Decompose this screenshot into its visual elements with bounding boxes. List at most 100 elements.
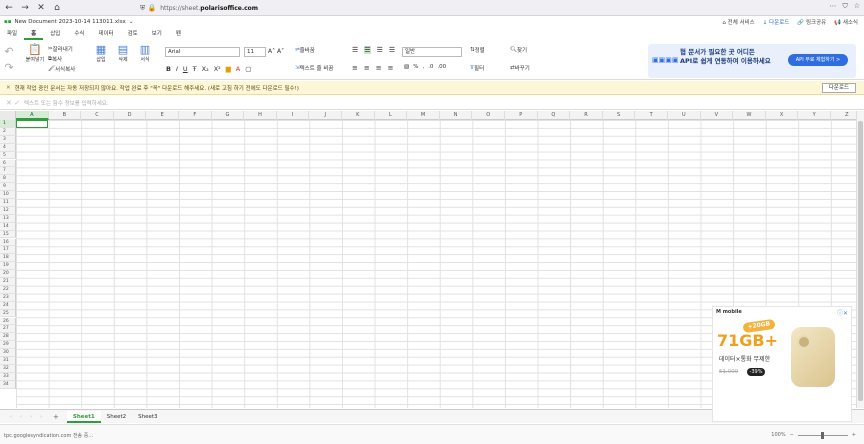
cut-button[interactable]: ✂ 잘라내기 xyxy=(48,45,73,53)
row-header[interactable]: 28 xyxy=(0,333,16,342)
row-header[interactable]: 23 xyxy=(0,293,16,302)
row-header[interactable]: 27 xyxy=(0,325,16,334)
formula-input[interactable]: 텍스트 또는 함수 정보를 입력하세요. xyxy=(24,99,109,107)
column-header[interactable]: T xyxy=(635,111,668,120)
column-header[interactable]: Y xyxy=(798,111,831,120)
column-header[interactable]: J xyxy=(309,111,342,120)
column-header[interactable]: G xyxy=(212,111,245,120)
row-header[interactable]: 14 xyxy=(0,222,16,231)
column-header[interactable]: Z xyxy=(831,111,856,120)
column-header[interactable]: Q xyxy=(538,111,571,120)
add-sheet-button[interactable]: + xyxy=(53,413,59,421)
row-header[interactable]: 4 xyxy=(0,143,16,152)
column-header[interactable]: L xyxy=(375,111,408,120)
replace-button[interactable]: ⇄ 바꾸기 xyxy=(510,64,530,72)
all-services-link[interactable]: ⌂ 전체 서비스 xyxy=(722,18,754,26)
share-link[interactable]: 🔗 링크공유 xyxy=(797,18,826,26)
zoom-control[interactable]: 100% − + xyxy=(771,431,856,439)
paste-button[interactable]: 📋 붙여넣기 xyxy=(22,44,48,64)
number-format-select[interactable]: 일반 xyxy=(402,47,462,57)
format-button[interactable]: ▥ 서식 xyxy=(136,44,154,64)
pocket-icon[interactable]: ⛉ xyxy=(842,2,847,11)
format-painter-button[interactable]: 🖌 서식복사 xyxy=(48,65,75,73)
insert-button[interactable]: ▦ 삽입 xyxy=(92,44,110,64)
cancel-check-icon[interactable]: ✕ ✓ xyxy=(6,99,20,107)
column-header[interactable]: C xyxy=(81,111,114,120)
subscript-button[interactable]: X₂ xyxy=(202,65,209,73)
row-header[interactable]: 17 xyxy=(0,246,16,255)
wrap-button[interactable]: ⇌ 줄바꿈 xyxy=(295,46,315,54)
fill-color-button[interactable]: ▆ xyxy=(226,65,231,73)
menu-data[interactable]: 데이터 xyxy=(91,28,120,40)
menu-view[interactable]: 보기 xyxy=(145,28,169,40)
column-header[interactable]: M xyxy=(407,111,440,120)
zoom-out-button[interactable]: − xyxy=(790,432,794,438)
align-horizontal-group[interactable]: ≡ ≡ ≡ ≡ xyxy=(352,64,394,72)
row-header[interactable]: 20 xyxy=(0,270,16,278)
column-header[interactable]: R xyxy=(570,111,603,120)
select-all-corner[interactable] xyxy=(0,111,16,120)
undo-button[interactable]: ↶ xyxy=(4,46,14,58)
row-header[interactable]: 21 xyxy=(0,278,16,286)
row-header[interactable]: 13 xyxy=(0,214,16,223)
column-header[interactable]: S xyxy=(603,111,636,120)
bookmark-icon[interactable]: ☆ xyxy=(854,2,860,11)
redo-button[interactable]: ↷ xyxy=(4,62,14,74)
column-header[interactable]: V xyxy=(701,111,734,120)
menu-insert[interactable]: 삽입 xyxy=(43,28,67,40)
row-header[interactable]: 31 xyxy=(0,357,16,365)
row-header[interactable]: 34 xyxy=(0,380,16,389)
row-header[interactable]: 18 xyxy=(0,254,16,263)
row-header[interactable]: 7 xyxy=(0,167,16,176)
find-button[interactable]: 🔍︎ 찾기 xyxy=(510,46,527,54)
column-header[interactable]: E xyxy=(146,111,179,120)
zoom-knob[interactable] xyxy=(820,431,824,439)
sheet-tab-1[interactable]: Sheet1 xyxy=(66,410,101,423)
column-header[interactable]: U xyxy=(668,111,701,120)
zoom-slider[interactable] xyxy=(797,431,848,439)
home-button[interactable]: ⌂ xyxy=(50,1,64,15)
column-header[interactable]: I xyxy=(277,111,310,120)
column-header[interactable]: F xyxy=(179,111,212,120)
row-header[interactable]: 3 xyxy=(0,135,16,144)
underline-button[interactable]: U xyxy=(183,65,188,73)
font-size-select[interactable]: 11 xyxy=(244,47,266,57)
align-top-group[interactable]: ☰ ☰ ☰ ☰ xyxy=(352,46,395,54)
sheet-tab-2[interactable]: Sheet2 xyxy=(101,411,132,423)
superscript-button[interactable]: X² xyxy=(214,65,221,73)
menu-home[interactable]: 홈 xyxy=(24,28,44,40)
api-promo-banner[interactable]: ▣▣▣▣ 협 문서가 필요한 곳 어디든 API로 쉽게 연동하여 이용하세요 … xyxy=(648,44,856,78)
copy-button[interactable]: ⧉ 복사 xyxy=(48,55,62,64)
row-header[interactable]: 26 xyxy=(0,317,16,326)
row-header[interactable]: 9 xyxy=(0,183,16,192)
back-button[interactable]: ← xyxy=(2,1,16,15)
column-header[interactable]: H xyxy=(244,111,277,120)
document-title[interactable]: New Document 2023-10-14 113011.xlsx xyxy=(14,19,125,25)
row-header[interactable]: 30 xyxy=(0,349,16,357)
sheet-tab-3[interactable]: Sheet3 xyxy=(132,411,163,423)
scroll-thumb[interactable] xyxy=(858,121,863,401)
row-header[interactable]: 2 xyxy=(0,127,16,136)
menu-formula[interactable]: 수식 xyxy=(67,28,91,40)
column-header[interactable]: A xyxy=(16,111,49,120)
row-header[interactable]: 29 xyxy=(0,341,16,350)
vertical-scrollbar[interactable] xyxy=(856,111,864,408)
text-direction-button[interactable]: ⇲ 텍스트 줄 비꿈 xyxy=(295,64,333,72)
border-button[interactable]: ▢ xyxy=(245,65,251,73)
forward-button[interactable]: → xyxy=(18,1,32,15)
italic-button[interactable]: I xyxy=(176,65,178,73)
download-link[interactable]: ↓ 다운로드 xyxy=(763,18,790,26)
row-header[interactable]: 5 xyxy=(0,151,16,160)
row-header[interactable]: 33 xyxy=(0,372,16,381)
sort-button[interactable]: ⇅ 정렬 xyxy=(470,46,485,54)
sheet-nav-arrows[interactable]: ‹ ‹ › › xyxy=(10,414,45,420)
column-header[interactable]: P xyxy=(505,111,538,120)
row-header[interactable]: 8 xyxy=(0,175,16,184)
row-header[interactable]: 15 xyxy=(0,230,16,239)
row-header[interactable]: 6 xyxy=(0,159,16,168)
menu-pen[interactable]: 펜 xyxy=(169,28,188,40)
column-header[interactable]: W xyxy=(733,111,766,120)
row-header[interactable]: 22 xyxy=(0,285,16,294)
column-header[interactable]: B xyxy=(49,111,82,120)
stop-button[interactable]: ✕ xyxy=(34,1,48,15)
